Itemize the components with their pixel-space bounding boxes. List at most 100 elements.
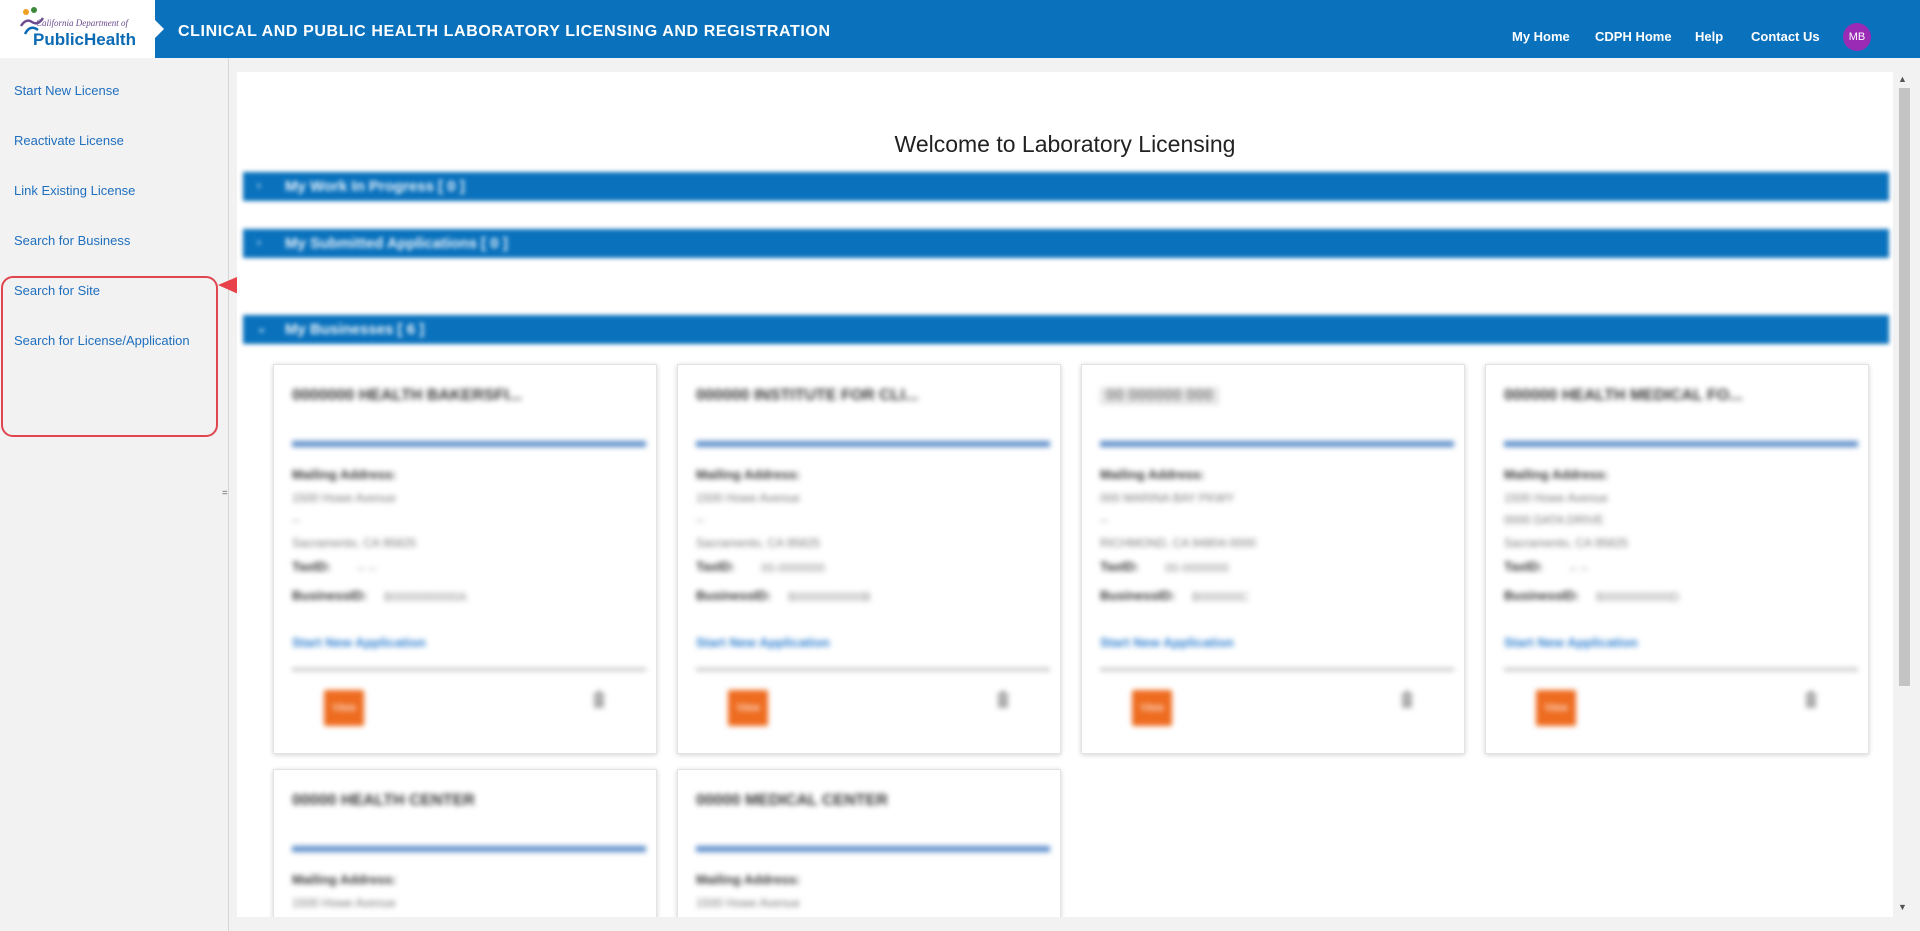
main-content: Welcome to Laboratory Licensing › My Wor… [237, 72, 1893, 917]
view-button[interactable]: View [324, 690, 364, 726]
card-accent-bar [1504, 441, 1858, 447]
nav-my-home[interactable]: My Home [1512, 29, 1570, 44]
sidebar-item-search-site[interactable]: Search for Site [14, 283, 100, 298]
card-accent-bar [1100, 441, 1454, 447]
nav-help[interactable]: Help [1695, 29, 1723, 44]
sidebar-item-start-new-license[interactable]: Start New License [14, 83, 120, 98]
business-card: 00000 HEALTH CENTER Mailing Address: 150… [273, 769, 657, 917]
section-title: My Work In Progress [ 0 ] [285, 178, 465, 195]
address-line: 000 MARINA BAY PKWY [1100, 491, 1235, 505]
sidebar-item-reactivate-license[interactable]: Reactivate License [14, 133, 124, 148]
view-button[interactable]: View [1536, 690, 1576, 726]
address-line: -- [1100, 513, 1108, 527]
start-new-application-link[interactable]: Start New Application [1100, 635, 1234, 650]
start-new-application-link[interactable]: Start New Application [1504, 635, 1638, 650]
taxid-value: 00-0000000 [1165, 561, 1230, 575]
mailing-address-label: Mailing Address: [292, 467, 397, 482]
address-line: -- [696, 513, 704, 527]
trash-icon[interactable] [1804, 691, 1818, 709]
start-new-application-link[interactable]: Start New Application [292, 635, 426, 650]
card-divider [1504, 668, 1858, 671]
business-name: 0000000 HEALTH BAKERSFI... [292, 387, 522, 404]
address-line: Sacramento, CA 95825 [292, 536, 417, 550]
nav-contact-us[interactable]: Contact Us [1751, 29, 1820, 44]
card-divider [1100, 668, 1454, 671]
businessid-label: BusinessID: [1100, 588, 1176, 603]
nav-cdph-home[interactable]: CDPH Home [1595, 29, 1672, 44]
address-line: 1500 Howe Avenue [292, 896, 396, 910]
sidebar-item-search-business[interactable]: Search for Business [14, 233, 130, 248]
scrollbar-thumb[interactable] [1899, 88, 1910, 686]
sidebar: Start New License Reactivate License Lin… [0, 58, 229, 931]
businessid-value: B0000000000B [788, 590, 871, 604]
taxid-label: TaxID: [696, 559, 735, 574]
address-line: 1500 Howe Avenue [1504, 491, 1608, 505]
business-card: 000000 HEALTH MEDICAL FO... Mailing Addr… [1485, 364, 1869, 754]
business-card: 0000000 HEALTH BAKERSFI... Mailing Addre… [273, 364, 657, 754]
business-name: 000000 INSTITUTE FOR CLI... [696, 387, 919, 404]
mailing-address-label: Mailing Address: [696, 872, 801, 887]
taxid-label: TaxID: [1100, 559, 1139, 574]
page-title: Welcome to Laboratory Licensing [894, 131, 1236, 157]
address-line: 1500 Howe Avenue [696, 491, 800, 505]
businessid-label: BusinessID: [1504, 588, 1580, 603]
app-title: CLINICAL AND PUBLIC HEALTH LABORATORY LI… [178, 23, 831, 40]
business-card: 000000 INSTITUTE FOR CLI... Mailing Addr… [677, 364, 1061, 754]
section-work-in-progress[interactable]: › My Work In Progress [ 0 ] [243, 172, 1889, 201]
business-name: 00 000000 000 [1100, 387, 1219, 405]
card-divider [696, 668, 1050, 671]
address-line: 1500 Howe Avenue [292, 491, 396, 505]
search-links-highlight [1, 276, 218, 437]
address-line: 0000 DATA DRIVE [1504, 513, 1604, 527]
section-title: My Businesses [ 6 ] [285, 321, 425, 338]
businessid-value: B0000000000A [384, 590, 467, 604]
cdph-logo[interactable]: California Department of PublicHealth [0, 0, 155, 58]
section-submitted-applications[interactable]: › My Submitted Applications [ 0 ] [243, 229, 1889, 258]
businessid-label: BusinessID: [696, 588, 772, 603]
view-button[interactable]: View [1132, 690, 1172, 726]
businessid-label: BusinessID: [292, 588, 368, 603]
taxid-label: TaxID: [1504, 559, 1543, 574]
taxid-label: TaxID: [292, 559, 331, 574]
business-name: 00000 HEALTH CENTER [292, 792, 475, 809]
start-new-application-link[interactable]: Start New Application [696, 635, 830, 650]
logo-wordmark: PublicHealth [33, 30, 136, 49]
logo-subtitle: California Department of [36, 18, 128, 28]
business-name: 00000 MEDICAL CENTER [696, 792, 888, 809]
card-accent-bar [696, 441, 1050, 447]
trash-icon[interactable] [592, 691, 606, 709]
address-line: RICHMOND, CA 94804-0000 [1100, 536, 1257, 550]
trash-icon[interactable] [996, 691, 1010, 709]
sidebar-item-link-existing-license[interactable]: Link Existing License [14, 183, 135, 198]
card-accent-bar [292, 846, 646, 852]
address-line: -- [292, 513, 300, 527]
address-line: 1500 Howe Avenue [696, 896, 800, 910]
business-card: 00 000000 000 Mailing Address: 000 MARIN… [1081, 364, 1465, 754]
card-divider [292, 668, 646, 671]
header-bar: California Department of PublicHealth CL… [0, 0, 1920, 58]
view-button[interactable]: View [728, 690, 768, 726]
address-line: Sacramento, CA 95825 [1504, 536, 1629, 550]
chevron-right-icon: › [257, 237, 261, 249]
mailing-address-label: Mailing Address: [696, 467, 801, 482]
sidebar-resize-handle[interactable]: = [222, 488, 228, 499]
businessid-value: B000000C [1192, 590, 1249, 604]
taxid-value: 00-0000000 [761, 561, 826, 575]
taxid-value: -- -- [1569, 561, 1589, 575]
card-accent-bar [696, 846, 1050, 852]
taxid-value: -- -- [357, 561, 377, 575]
section-my-businesses[interactable]: ⌄ My Businesses [ 6 ] [243, 315, 1889, 344]
chevron-right-icon: › [257, 180, 261, 192]
chevron-down-icon: ⌄ [257, 323, 267, 335]
scroll-up-icon[interactable]: ▲ [1898, 74, 1907, 84]
logo-notch [155, 20, 164, 38]
user-avatar[interactable]: MB [1843, 23, 1871, 51]
business-name: 000000 HEALTH MEDICAL FO... [1504, 387, 1743, 404]
sidebar-item-search-license[interactable]: Search for License/Application [14, 333, 190, 348]
scroll-down-icon[interactable]: ▼ [1898, 902, 1907, 912]
mailing-address-label: Mailing Address: [1504, 467, 1609, 482]
businessid-value: B0000000000D [1596, 590, 1680, 604]
trash-icon[interactable] [1400, 691, 1414, 709]
section-title: My Submitted Applications [ 0 ] [285, 235, 508, 252]
mailing-address-label: Mailing Address: [1100, 467, 1205, 482]
